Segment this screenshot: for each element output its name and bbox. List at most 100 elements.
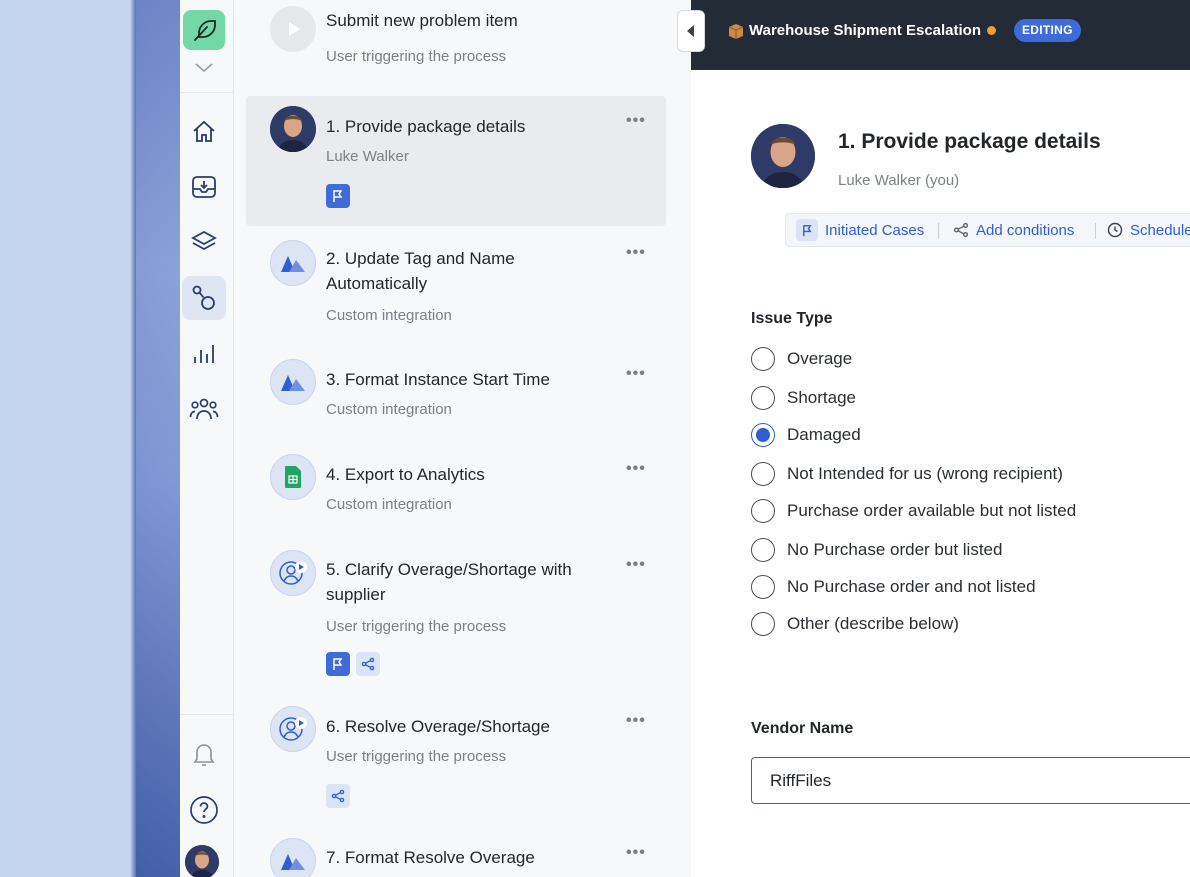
radio-button[interactable] xyxy=(751,612,775,636)
initiated-cases-label: Initiated Cases xyxy=(825,221,925,239)
radio-button[interactable] xyxy=(751,575,775,599)
step-detail-user: Luke Walker (you) xyxy=(838,172,960,189)
user-trigger-icon xyxy=(270,706,316,752)
process-icon[interactable] xyxy=(182,276,226,320)
step-subtitle: User triggering the process xyxy=(326,618,507,635)
schedule-label: Schedule xyxy=(1130,221,1190,239)
home-icon[interactable] xyxy=(182,110,226,154)
team-icon[interactable] xyxy=(182,387,226,431)
step-toolbar: Initiated Cases Add conditions Schedule xyxy=(785,213,1190,247)
step-subtitle: Custom integration xyxy=(326,401,452,418)
step-subtitle: User triggering the process xyxy=(326,48,507,65)
clock-icon xyxy=(1107,222,1123,238)
step-subtitle: Custom integration xyxy=(326,496,452,513)
step-item[interactable]: 3. Format Instance Start Time Custom int… xyxy=(246,355,666,435)
radio-option[interactable]: Other (describe below) xyxy=(751,611,959,637)
more-options-icon[interactable]: ••• xyxy=(626,244,646,262)
radio-label: Damaged xyxy=(787,425,861,444)
package-icon xyxy=(728,24,744,39)
step-title: 6. Resolve Overage/Shortage xyxy=(326,717,550,736)
conditions-icon xyxy=(356,652,380,676)
vendor-name-input[interactable]: RiffFiles xyxy=(751,757,1190,804)
more-options-icon[interactable]: ••• xyxy=(626,112,646,130)
caret-left-icon xyxy=(687,25,694,37)
rail-divider xyxy=(180,92,234,93)
radio-button[interactable] xyxy=(751,347,775,371)
radio-option[interactable]: No Purchase order and not listed xyxy=(751,574,1036,600)
radio-label: No Purchase order but listed xyxy=(787,540,1003,559)
initiated-cases-button[interactable]: Initiated Cases xyxy=(796,214,924,246)
radio-label: Overage xyxy=(787,349,853,368)
radio-label: Purchase order available but not listed xyxy=(787,501,1077,520)
step-item[interactable]: 5. Clarify Overage/Shortage with supplie… xyxy=(246,546,666,686)
process-title: Warehouse Shipment Escalation xyxy=(749,22,981,39)
layers-icon[interactable] xyxy=(182,220,226,264)
step-item-selected[interactable]: 1. Provide package details Luke Walker •… xyxy=(246,96,666,226)
flag-icon xyxy=(796,219,818,241)
spreadsheet-icon xyxy=(270,454,316,500)
step-item[interactable]: 7. Format Resolve Overage ••• xyxy=(246,836,666,877)
radio-option-selected[interactable]: Damaged xyxy=(751,422,861,448)
app-logo[interactable] xyxy=(183,10,225,50)
schedule-button[interactable]: Schedule xyxy=(1107,214,1190,246)
toolbar-divider xyxy=(1095,223,1096,239)
conditions-icon xyxy=(953,222,969,238)
conditions-icon xyxy=(326,784,350,808)
step-item[interactable]: 2. Update Tag and Name Automatically Cus… xyxy=(246,234,666,334)
bell-icon[interactable] xyxy=(182,732,226,776)
add-conditions-button[interactable]: Add conditions xyxy=(953,214,1074,246)
radio-label: Other (describe below) xyxy=(787,614,959,633)
radio-option[interactable]: Shortage xyxy=(751,385,856,411)
radio-label: No Purchase order and not listed xyxy=(787,577,1036,596)
step-subtitle: Custom integration xyxy=(326,307,452,324)
more-options-icon[interactable]: ••• xyxy=(626,365,646,383)
more-options-icon[interactable]: ••• xyxy=(626,844,646,862)
unsaved-indicator xyxy=(987,26,996,35)
more-options-icon[interactable]: ••• xyxy=(626,712,646,730)
step-subtitle: User triggering the process xyxy=(326,748,507,765)
radio-option[interactable]: No Purchase order but listed xyxy=(751,537,1002,563)
step-title: 5. Clarify Overage/Shortage with supplie… xyxy=(326,560,572,604)
step-title: 1. Provide package details xyxy=(326,117,526,136)
radio-button[interactable] xyxy=(751,462,775,486)
user-trigger-icon xyxy=(270,550,316,596)
analytics-icon[interactable] xyxy=(182,332,226,376)
radio-button[interactable] xyxy=(751,499,775,523)
flag-icon xyxy=(326,184,350,208)
vendor-name-label: Vendor Name xyxy=(751,720,854,737)
radio-label: Shortage xyxy=(787,388,856,407)
flag-icon xyxy=(326,652,350,676)
step-item[interactable]: Submit new problem item User triggering … xyxy=(246,0,666,88)
radio-button-selected[interactable] xyxy=(751,423,775,447)
more-options-icon[interactable]: ••• xyxy=(626,460,646,478)
status-badge: EDITING xyxy=(1014,19,1081,42)
process-header: Warehouse Shipment Escalation EDITING xyxy=(691,0,1190,70)
step-title: 2. Update Tag and Name Automatically xyxy=(326,249,515,293)
step-title: 3. Format Instance Start Time xyxy=(326,370,550,389)
user-avatar[interactable] xyxy=(185,845,219,877)
assignee-avatar xyxy=(270,106,316,152)
step-item[interactable]: 6. Resolve Overage/Shortage User trigger… xyxy=(246,706,666,816)
integration-icon xyxy=(270,838,316,877)
background-stripe xyxy=(136,0,180,877)
integration-icon xyxy=(270,359,316,405)
step-detail-panel: 1. Provide package details Luke Walker (… xyxy=(691,70,1190,877)
more-options-icon[interactable]: ••• xyxy=(626,556,646,574)
play-icon xyxy=(270,6,316,52)
feather-logo-icon xyxy=(194,20,216,41)
radio-option[interactable]: Not Intended for us (wrong recipient) xyxy=(751,461,1063,487)
step-item[interactable]: 4. Export to Analytics Custom integratio… xyxy=(246,450,666,530)
step-subtitle: Luke Walker xyxy=(326,148,409,165)
inbox-icon[interactable] xyxy=(182,165,226,209)
radio-button[interactable] xyxy=(751,386,775,410)
radio-option[interactable]: Overage xyxy=(751,346,852,372)
rail-divider xyxy=(180,714,234,715)
chevron-down-icon[interactable] xyxy=(194,58,214,78)
collapse-panel-button[interactable] xyxy=(677,10,705,52)
help-icon[interactable] xyxy=(182,788,226,832)
step-detail-title: 1. Provide package details xyxy=(838,130,1101,153)
radio-button[interactable] xyxy=(751,538,775,562)
icon-rail xyxy=(180,0,234,877)
radio-option[interactable]: Purchase order available but not listed xyxy=(751,498,1076,524)
integration-icon xyxy=(270,240,316,286)
